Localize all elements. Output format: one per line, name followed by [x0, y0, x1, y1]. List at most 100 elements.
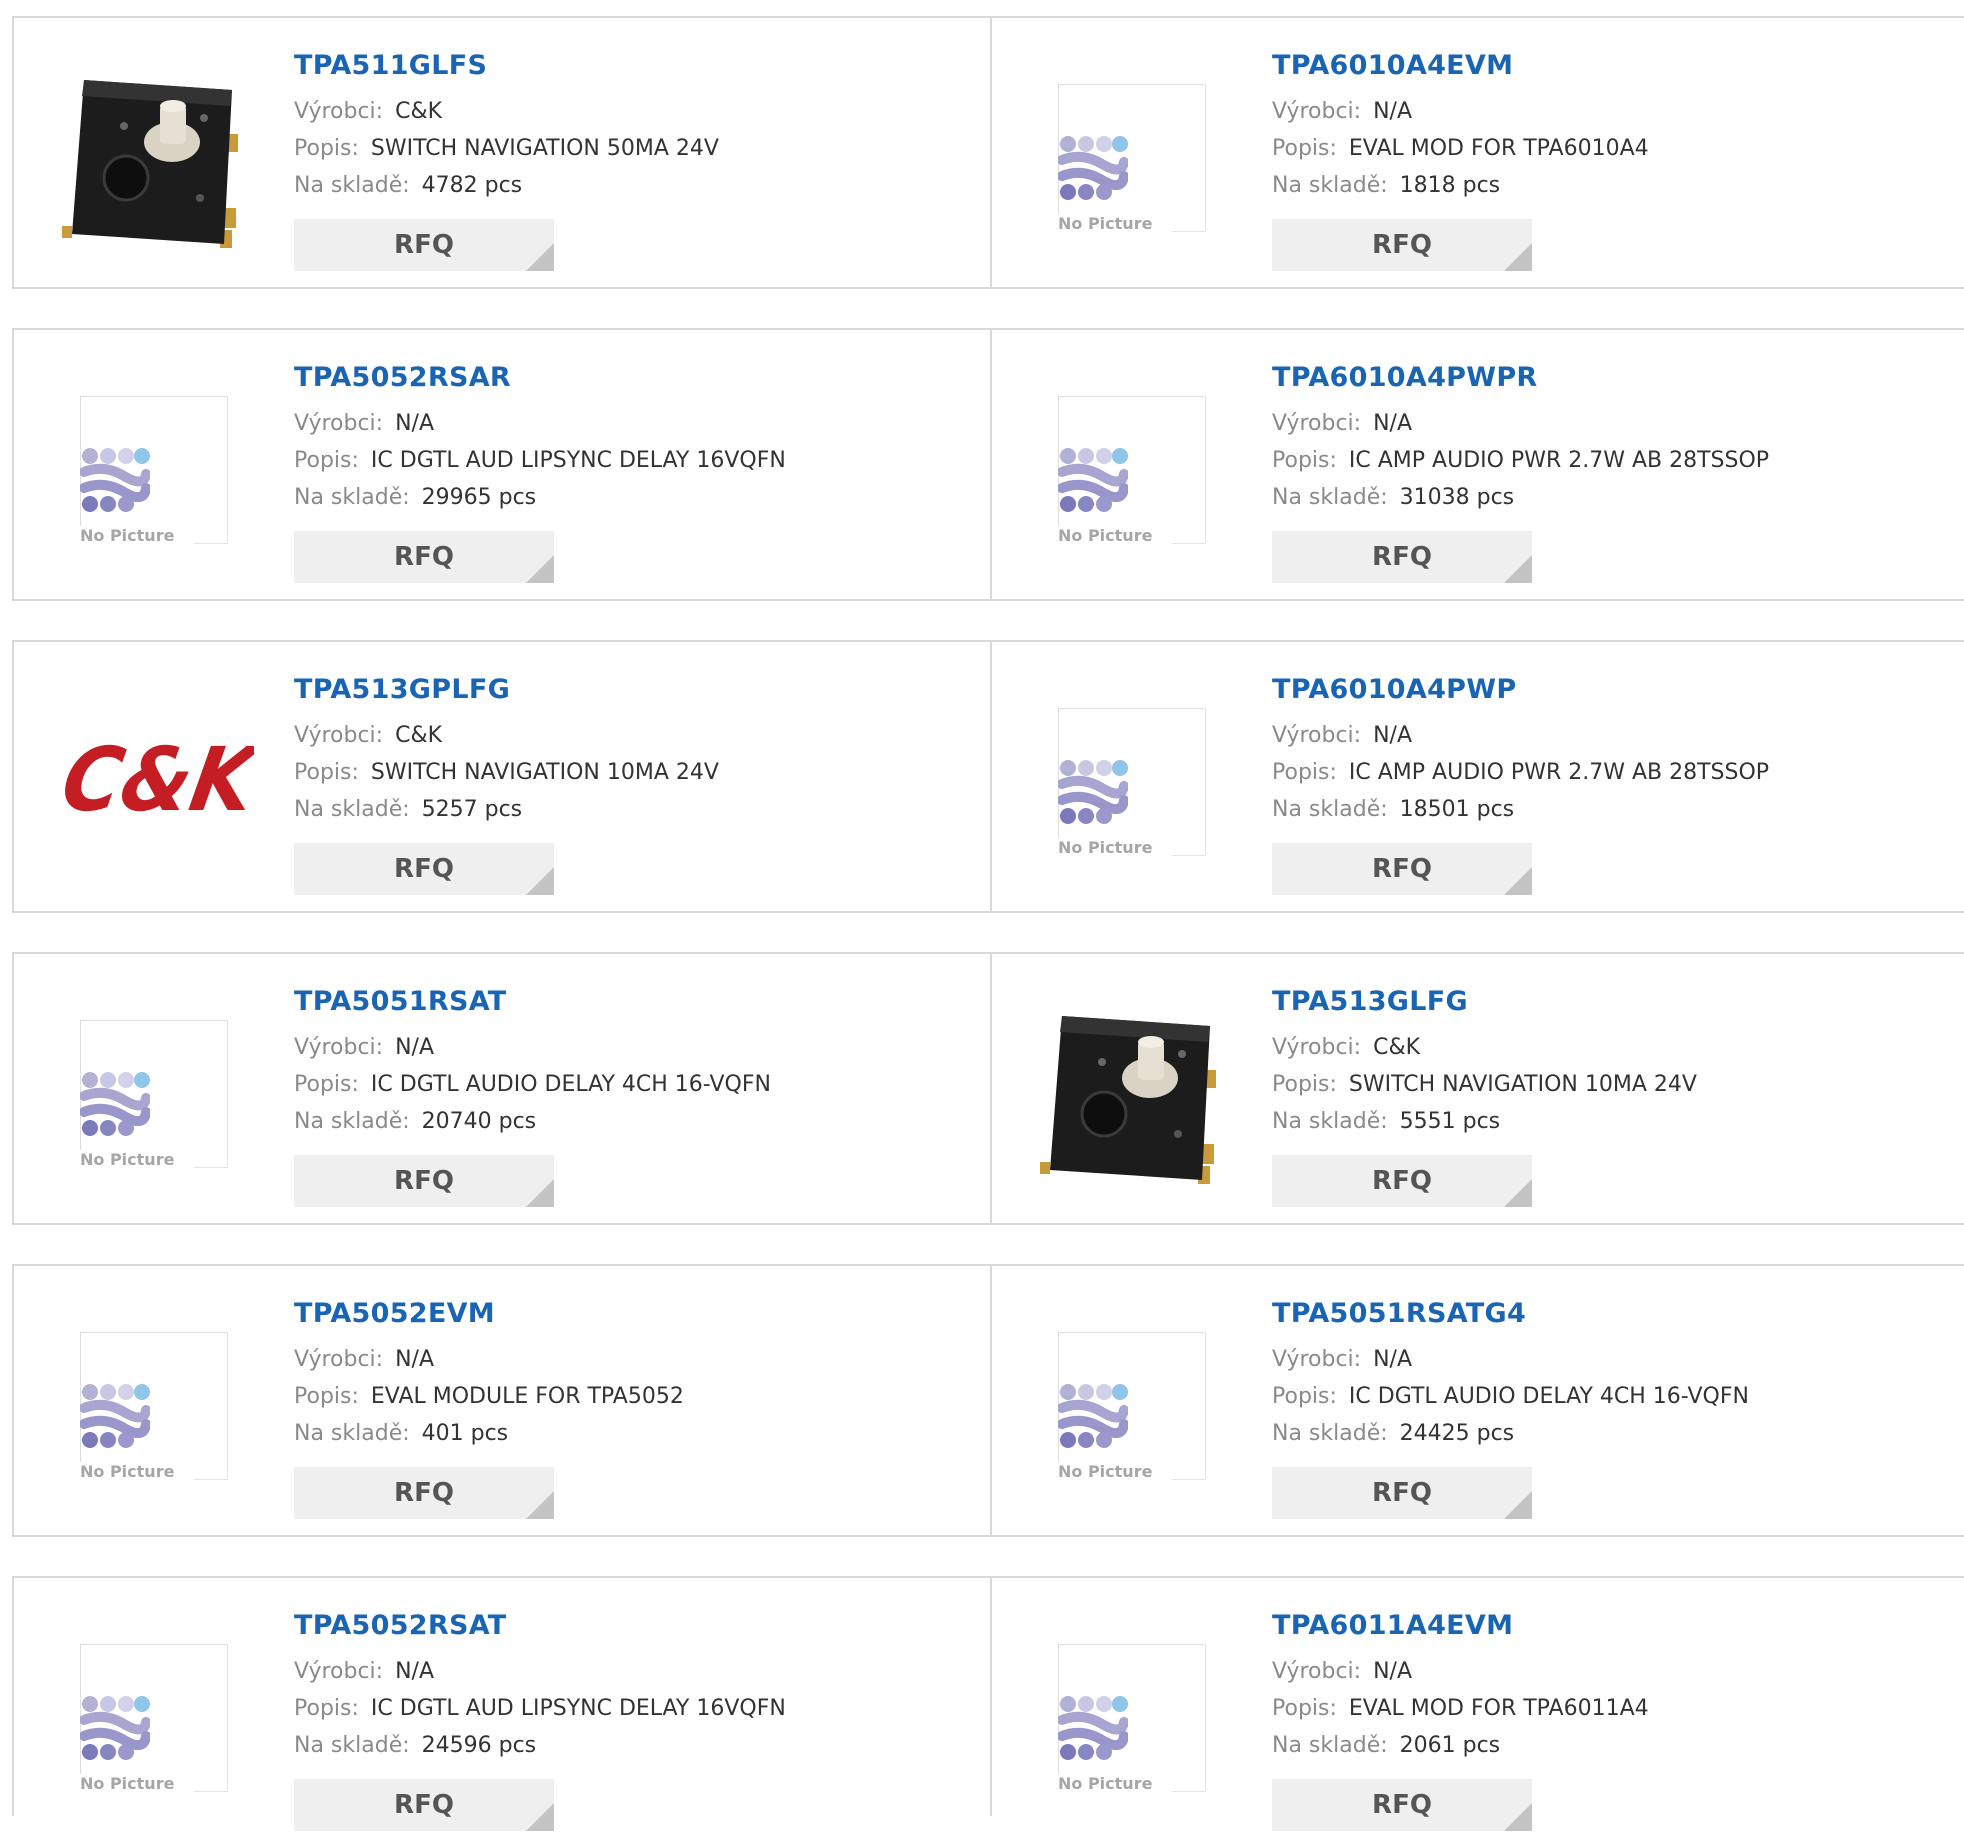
product-part-link[interactable]: TPA6011A4EVM	[1272, 1610, 1649, 1641]
rfq-button[interactable]: RFQ	[1272, 531, 1532, 583]
description-value: IC DGTL AUDIO DELAY 4CH 16-VQFN	[1348, 1384, 1749, 1409]
product-part-link[interactable]: TPA5052RSAR	[294, 362, 786, 393]
description-value: SWITCH NAVIGATION 10MA 24V	[1348, 1072, 1697, 1097]
manufacturer-value: N/A	[1373, 1347, 1413, 1372]
product-part-link[interactable]: TPA5051RSAT	[294, 986, 771, 1017]
manufacturer-line: Výrobci: N/A	[1272, 1659, 1649, 1684]
stock-label: Na skladě:	[294, 797, 410, 822]
description-line: Popis: IC DGTL AUDIO DELAY 4CH 16-VQFN	[1272, 1384, 1749, 1409]
stock-value: 1818 pcs	[1399, 173, 1501, 198]
manufacturer-line: Výrobci: C&K	[294, 723, 719, 748]
description-value: IC AMP AUDIO PWR 2.7W AB 28TSSOP	[1348, 448, 1770, 473]
button-corner-decoration	[1504, 243, 1532, 271]
product-info: TPA5051RSATG4 Výrobci: N/A Popis: IC DGTL AU…	[1272, 1298, 1749, 1446]
description-line: Popis: EVAL MODULE FOR TPA5052	[294, 1384, 684, 1409]
rfq-button[interactable]: RFQ	[1272, 1779, 1532, 1831]
product-part-link[interactable]: TPA513GPLFG	[294, 674, 719, 705]
no-picture-placeholder: No Picture	[1058, 1332, 1206, 1481]
stock-label: Na skladě:	[294, 485, 410, 510]
manufacturer-line: Výrobci: N/A	[1272, 1347, 1749, 1372]
no-picture-icon	[80, 448, 150, 512]
rfq-button[interactable]: RFQ	[294, 1779, 554, 1831]
description-label: Popis:	[1272, 1072, 1337, 1097]
no-picture-placeholder: No Picture	[1058, 1644, 1206, 1793]
stock-line: Na skladě: 20740 pcs	[294, 1109, 771, 1134]
rfq-button[interactable]: RFQ	[1272, 219, 1532, 271]
product-part-link[interactable]: TPA513GLFG	[1272, 986, 1697, 1017]
product-part-link[interactable]: TPA511GLFS	[294, 50, 719, 81]
manufacturer-value: C&K	[1373, 1035, 1421, 1060]
manufacturer-label: Výrobci:	[294, 1347, 384, 1372]
product-part-link[interactable]: TPA5052RSAT	[294, 1610, 786, 1641]
manufacturer-line: Výrobci: N/A	[294, 411, 786, 436]
ck-logo[interactable]: C&K	[54, 682, 254, 882]
manufacturer-line: Výrobci: N/A	[294, 1347, 684, 1372]
stock-line: Na skladě: 401 pcs	[294, 1421, 684, 1446]
no-picture-icon	[1058, 136, 1128, 200]
rfq-button[interactable]: RFQ	[1272, 1467, 1532, 1519]
no-picture-placeholder: No Picture	[80, 1644, 228, 1793]
description-line: Popis: IC DGTL AUD LIPSYNC DELAY 16VQFN	[294, 1696, 786, 1721]
no-picture-icon	[80, 1384, 150, 1448]
description-value: EVAL MOD FOR TPA6011A4	[1348, 1696, 1649, 1721]
no-picture-label: No Picture	[80, 526, 179, 545]
stock-value: 24596 pcs	[421, 1733, 537, 1758]
product-part-link[interactable]: TPA5052EVM	[294, 1298, 684, 1329]
description-label: Popis:	[294, 760, 359, 785]
manufacturer-line: Výrobci: N/A	[1272, 411, 1769, 436]
manufacturer-label: Výrobci:	[294, 723, 384, 748]
rfq-button[interactable]: RFQ	[294, 843, 554, 895]
description-label: Popis:	[1272, 1384, 1337, 1409]
product-part-link[interactable]: TPA6010A4PWPR	[1272, 362, 1769, 393]
product-info: TPA5052RSAT Výrobci: N/A Popis: IC DGTL AUD …	[294, 1610, 786, 1758]
stock-label: Na skladě:	[1272, 1109, 1388, 1134]
product-card: No Picture TPA6010A4PWP Výrobci: N/A Popis: I…	[990, 642, 1964, 911]
description-label: Popis:	[1272, 136, 1337, 161]
product-photo[interactable]	[54, 58, 254, 258]
stock-line: Na skladě: 31038 pcs	[1272, 485, 1769, 510]
no-picture-label: No Picture	[1058, 1774, 1157, 1793]
manufacturer-label: Výrobci:	[294, 1659, 384, 1684]
rfq-label: RFQ	[1372, 1790, 1432, 1820]
product-photo[interactable]	[1032, 994, 1232, 1194]
product-part-link[interactable]: TPA6010A4PWP	[1272, 674, 1769, 705]
manufacturer-line: Výrobci: C&K	[1272, 1035, 1697, 1060]
product-row: No Picture TPA5052EVM Výrobci: N/A Popis: EVA…	[12, 1264, 1964, 1537]
description-line: Popis: SWITCH NAVIGATION 50MA 24V	[294, 136, 719, 161]
product-card: No Picture TPA6010A4PWPR Výrobci: N/A Popis:…	[990, 330, 1964, 599]
rfq-button[interactable]: RFQ	[1272, 1155, 1532, 1207]
rfq-button[interactable]: RFQ	[294, 531, 554, 583]
stock-value: 24425 pcs	[1399, 1421, 1515, 1446]
rfq-button[interactable]: RFQ	[294, 1467, 554, 1519]
product-part-link[interactable]: TPA5051RSATG4	[1272, 1298, 1749, 1329]
manufacturer-label: Výrobci:	[1272, 723, 1362, 748]
product-info: TPA6010A4EVM Výrobci: N/A Popis: EVAL MOD FO…	[1272, 50, 1649, 198]
stock-line: Na skladě: 5257 pcs	[294, 797, 719, 822]
button-corner-decoration	[1504, 1803, 1532, 1831]
manufacturer-value: N/A	[1373, 1659, 1413, 1684]
product-info: TPA6010A4PWP Výrobci: N/A Popis: IC AMP AUDI…	[1272, 674, 1769, 822]
rfq-label: RFQ	[1372, 854, 1432, 884]
product-card: No Picture TPA6010A4EVM Výrobci: N/A Popis: E…	[990, 18, 1964, 287]
rfq-button[interactable]: RFQ	[1272, 843, 1532, 895]
no-picture-placeholder: No Picture	[1058, 708, 1206, 857]
product-part-link[interactable]: TPA6010A4EVM	[1272, 50, 1649, 81]
manufacturer-line: Výrobci: N/A	[1272, 723, 1769, 748]
stock-value: 401 pcs	[421, 1421, 509, 1446]
stock-label: Na skladě:	[294, 1421, 410, 1446]
product-info: TPA511GLFS Výrobci: C&K Popis: SWITCH NAVIGA…	[294, 50, 719, 198]
product-row: No Picture TPA5052RSAT Výrobci: N/A Popis: IC…	[12, 1576, 1964, 1831]
description-value: SWITCH NAVIGATION 10MA 24V	[370, 760, 719, 785]
stock-line: Na skladě: 2061 pcs	[1272, 1733, 1649, 1758]
button-corner-decoration	[526, 867, 554, 895]
product-card: No Picture TPA5051RSATG4 Výrobci: N/A Popis:…	[990, 1266, 1964, 1535]
product-info: TPA6010A4PWPR Výrobci: N/A Popis: IC AMP AUD…	[1272, 362, 1769, 510]
product-info: TPA513GLFG Výrobci: C&K Popis: SWITCH NAVIGA…	[1272, 986, 1697, 1134]
manufacturer-value: N/A	[1373, 99, 1413, 124]
rfq-button[interactable]: RFQ	[294, 1155, 554, 1207]
no-picture-icon	[1058, 1384, 1128, 1448]
no-picture-icon	[80, 1696, 150, 1760]
stock-line: Na skladě: 4782 pcs	[294, 173, 719, 198]
rfq-button[interactable]: RFQ	[294, 219, 554, 271]
stock-label: Na skladě:	[1272, 797, 1388, 822]
